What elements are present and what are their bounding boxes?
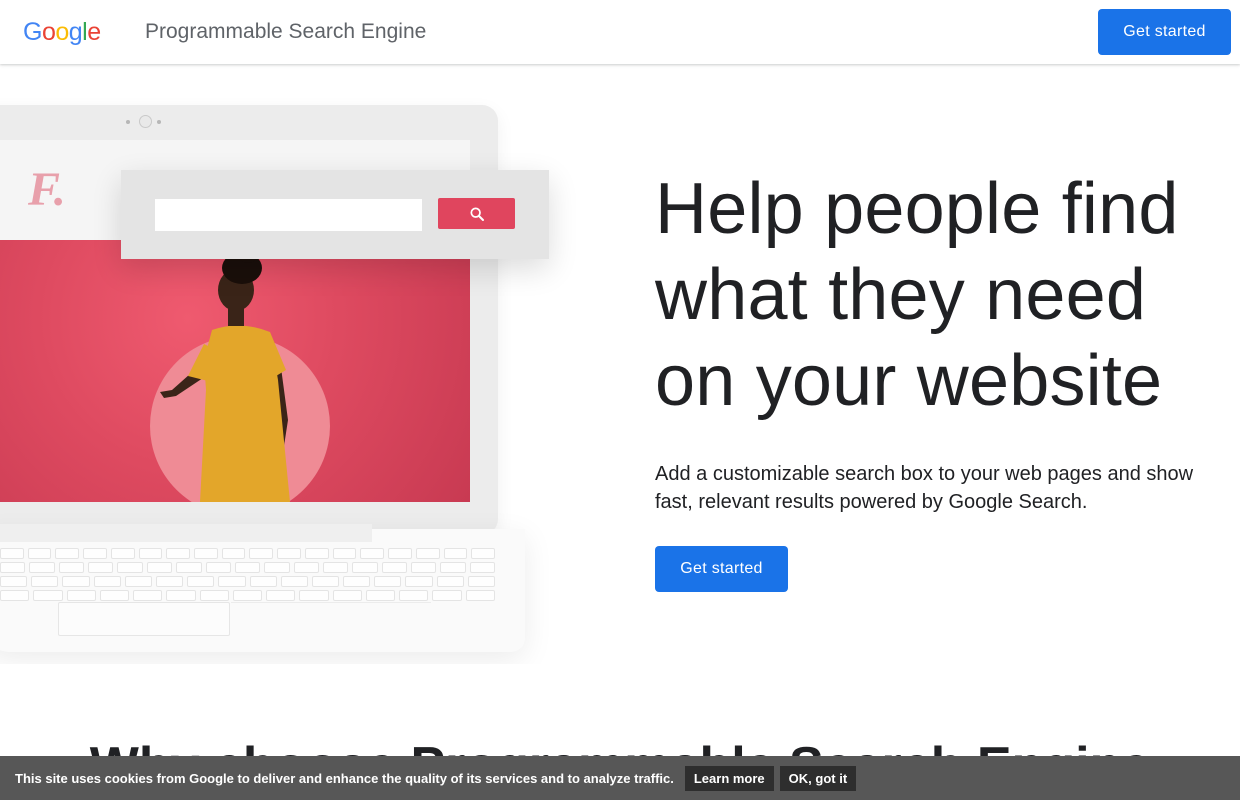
cookie-message: This site uses cookies from Google to de… (15, 770, 674, 786)
cookie-consent-bar: This site uses cookies from Google to de… (0, 756, 1240, 800)
hero-illustration: F. (0, 64, 630, 664)
search-input (155, 199, 422, 231)
logo-letter: g (68, 18, 83, 46)
ok-got-it-button[interactable]: OK, got it (779, 765, 857, 791)
laptop-camera (139, 115, 152, 128)
laptop-palmrest (231, 602, 431, 636)
logo-letter: e (87, 18, 101, 46)
laptop-keyboard (0, 548, 496, 604)
search-box-card (121, 170, 549, 259)
camera-dot (157, 120, 161, 124)
laptop-trackpad (58, 602, 230, 636)
learn-more-button[interactable]: Learn more (684, 765, 774, 791)
brand-mark: F. (28, 163, 66, 216)
google-logo[interactable]: Google (23, 18, 101, 46)
hero-subtitle: Add a customizable search box to your we… (655, 463, 1194, 513)
screen-hero-background (0, 240, 470, 502)
search-button (438, 198, 515, 229)
woman-figure (160, 245, 290, 502)
hero-title: Help people find what they need on your … (655, 169, 1179, 421)
search-icon (469, 206, 484, 221)
logo-letter: G (23, 18, 42, 46)
camera-dot (126, 120, 130, 124)
logo-letter: o (41, 18, 56, 46)
header-get-started-button[interactable]: Get started (1098, 9, 1231, 55)
product-name[interactable]: Programmable Search Engine (145, 19, 426, 45)
top-app-bar: Google Programmable Search Engine Get st… (0, 0, 1240, 64)
hero-get-started-button[interactable]: Get started (655, 546, 788, 592)
laptop-hinge (0, 524, 372, 542)
logo-letter: o (55, 18, 69, 46)
